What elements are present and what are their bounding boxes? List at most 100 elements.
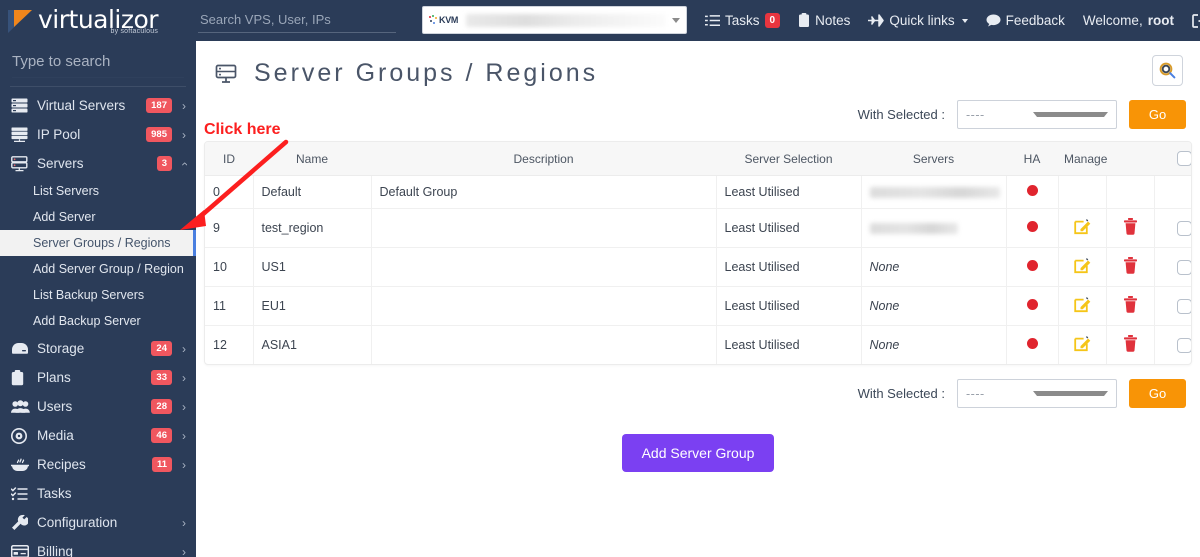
with-selected-row-top: With Selected : ---- Go <box>196 100 1200 129</box>
nav-notes[interactable]: Notes <box>789 0 859 41</box>
chevron-right-icon: › <box>182 544 186 557</box>
cell-id: 0 <box>205 175 254 210</box>
with-selected-dropdown-bottom[interactable]: ---- <box>957 379 1117 409</box>
cell-delete <box>1106 286 1155 327</box>
with-selected-value-top: ---- <box>966 107 985 122</box>
search-toggle-button[interactable] <box>1152 55 1183 86</box>
sidebar-subitem-add-backup-server[interactable]: Add Backup Server <box>0 308 196 334</box>
delete-icon[interactable] <box>1123 218 1138 236</box>
row-checkbox[interactable] <box>1176 220 1191 236</box>
storage-icon <box>11 342 33 355</box>
edit-icon[interactable] <box>1073 257 1091 274</box>
cell-select <box>1154 326 1191 364</box>
chevron-down-icon <box>672 17 680 23</box>
row-checkbox[interactable] <box>1176 337 1191 353</box>
sidebar-item-label: Virtual Servers <box>37 98 126 113</box>
vm-type-select[interactable]: KVM <box>422 6 687 34</box>
wrench-icon <box>11 514 33 531</box>
select-all-header <box>1154 142 1191 177</box>
ha-status-dot <box>1026 299 1038 311</box>
nav-feedback[interactable]: Feedback <box>977 0 1074 41</box>
sidebar-item-tasks[interactable]: Tasks <box>0 479 196 508</box>
chevron-right-icon: › <box>182 127 186 142</box>
delete-icon[interactable] <box>1123 335 1138 353</box>
sidebar-subitem-server-groups-regions[interactable]: Server Groups / Regions <box>0 230 196 256</box>
nav-logout[interactable]: Logout <box>1183 0 1200 41</box>
sidebar-item-users[interactable]: Users 28 › <box>0 392 196 421</box>
server-groups-table-wrap: ID Name Description Server Selection Servers… <box>204 141 1192 366</box>
add-server-group-button[interactable]: Add Server Group <box>621 434 775 473</box>
sidebar-item-label: Configuration <box>37 515 118 530</box>
servers-stack-icon <box>11 98 33 113</box>
cell-server-selection: Least Utilised <box>716 286 862 327</box>
logout-icon <box>1192 13 1200 28</box>
edit-icon[interactable] <box>1073 335 1091 352</box>
go-button-bottom[interactable]: Go <box>1129 379 1186 409</box>
sidebar-subitem-add-server[interactable]: Add Server <box>0 204 196 230</box>
cell-server-selection: Least Utilised <box>716 208 862 249</box>
edit-icon[interactable] <box>1073 218 1091 235</box>
delete-icon[interactable] <box>1123 257 1138 275</box>
cell-select <box>1154 208 1191 249</box>
sidebar-item-billing[interactable]: Billing › <box>0 537 196 557</box>
sidebar-item-configuration[interactable]: Configuration › <box>0 508 196 537</box>
sidebar-item-ip-pool[interactable]: IP Pool 985 › <box>0 120 196 149</box>
sidebar-item-servers[interactable]: Servers 3 › <box>0 149 196 178</box>
cell-servers <box>861 208 1007 249</box>
brand-logo[interactable]: virtualizor by softaculous <box>0 0 196 41</box>
kvm-label: KVM <box>429 14 458 26</box>
nav-feedback-label: Feedback <box>1005 13 1065 28</box>
tasks-badge: 0 <box>764 13 781 28</box>
edit-icon[interactable] <box>1073 296 1091 313</box>
sidebar-item-storage[interactable]: Storage 24 › <box>0 334 196 363</box>
sidebar-item-plans[interactable]: Plans 33 › <box>0 363 196 392</box>
sidebar-item-media[interactable]: Media 46 › <box>0 421 196 450</box>
sidebar-search-input[interactable] <box>12 51 184 78</box>
server-icon <box>11 155 33 172</box>
cell-ha <box>1006 175 1059 210</box>
nav-tasks[interactable]: Tasks 0 <box>696 0 789 41</box>
select-all-checkbox[interactable] <box>1176 151 1191 167</box>
with-selected-dropdown-top[interactable]: ---- <box>957 100 1117 129</box>
virtualizor-logo-icon <box>8 8 34 34</box>
cell-server-selection: Least Utilised <box>716 247 862 288</box>
sidebar-item-virtual-servers[interactable]: Virtual Servers 187 › <box>0 91 196 120</box>
table-row: 10 US1 Least Utilised None <box>205 247 1191 288</box>
row-checkbox[interactable] <box>1176 298 1191 314</box>
row-checkbox[interactable] <box>1176 259 1191 275</box>
cell-id: 11 <box>205 286 254 327</box>
table-header-row: ID Name Description Server Selection Servers… <box>205 142 1191 177</box>
column-header: Description <box>371 142 716 177</box>
cell-manage <box>1058 247 1107 288</box>
delete-icon[interactable] <box>1123 296 1138 314</box>
with-selected-value-bottom: ---- <box>966 386 985 401</box>
sidebar-subitem-list-backup-servers[interactable]: List Backup Servers <box>0 282 196 308</box>
chevron-right-icon: › <box>182 370 186 385</box>
page-title: Server Groups / Regions <box>254 59 599 87</box>
cell-description <box>371 208 717 249</box>
sidebar-item-label: Media <box>37 428 74 443</box>
sidebar-search-wrap <box>0 41 196 86</box>
nav-quick-links[interactable]: Quick links <box>859 0 976 41</box>
sidebar-subitem-list-servers[interactable]: List Servers <box>0 178 196 204</box>
chevron-right-icon: › <box>182 515 186 530</box>
sidebar-item-label: Plans <box>37 370 71 385</box>
chevron-right-icon: › <box>182 428 186 443</box>
global-search-input[interactable] <box>198 8 396 33</box>
ip-pool-icon <box>11 127 33 142</box>
with-selected-row-bottom: With Selected : ---- Go <box>196 379 1200 409</box>
chevron-right-icon: › <box>182 341 186 356</box>
nav-quick-links-label: Quick links <box>889 13 955 28</box>
cell-id: 12 <box>205 325 254 365</box>
table-row: 12 ASIA1 Least Utilised None <box>205 325 1191 365</box>
top-navigation: Tasks 0 Notes Quick links Feedback Welco… <box>696 0 1200 41</box>
ha-status-dot <box>1026 185 1038 197</box>
cell-delete <box>1106 325 1155 365</box>
plane-icon <box>868 14 885 27</box>
sidebar-item-list: Virtual Servers 187 › IP Pool 985 › Servers 3 › L… <box>0 91 196 557</box>
cell-description <box>371 325 717 365</box>
go-button-top[interactable]: Go <box>1129 100 1186 129</box>
sidebar-item-recipes[interactable]: Recipes 11 › <box>0 450 196 479</box>
table-row: 0 Default Default Group Least Utilised <box>205 175 1191 210</box>
sidebar-subitem-add-server-group-region[interactable]: Add Server Group / Region <box>0 256 196 282</box>
